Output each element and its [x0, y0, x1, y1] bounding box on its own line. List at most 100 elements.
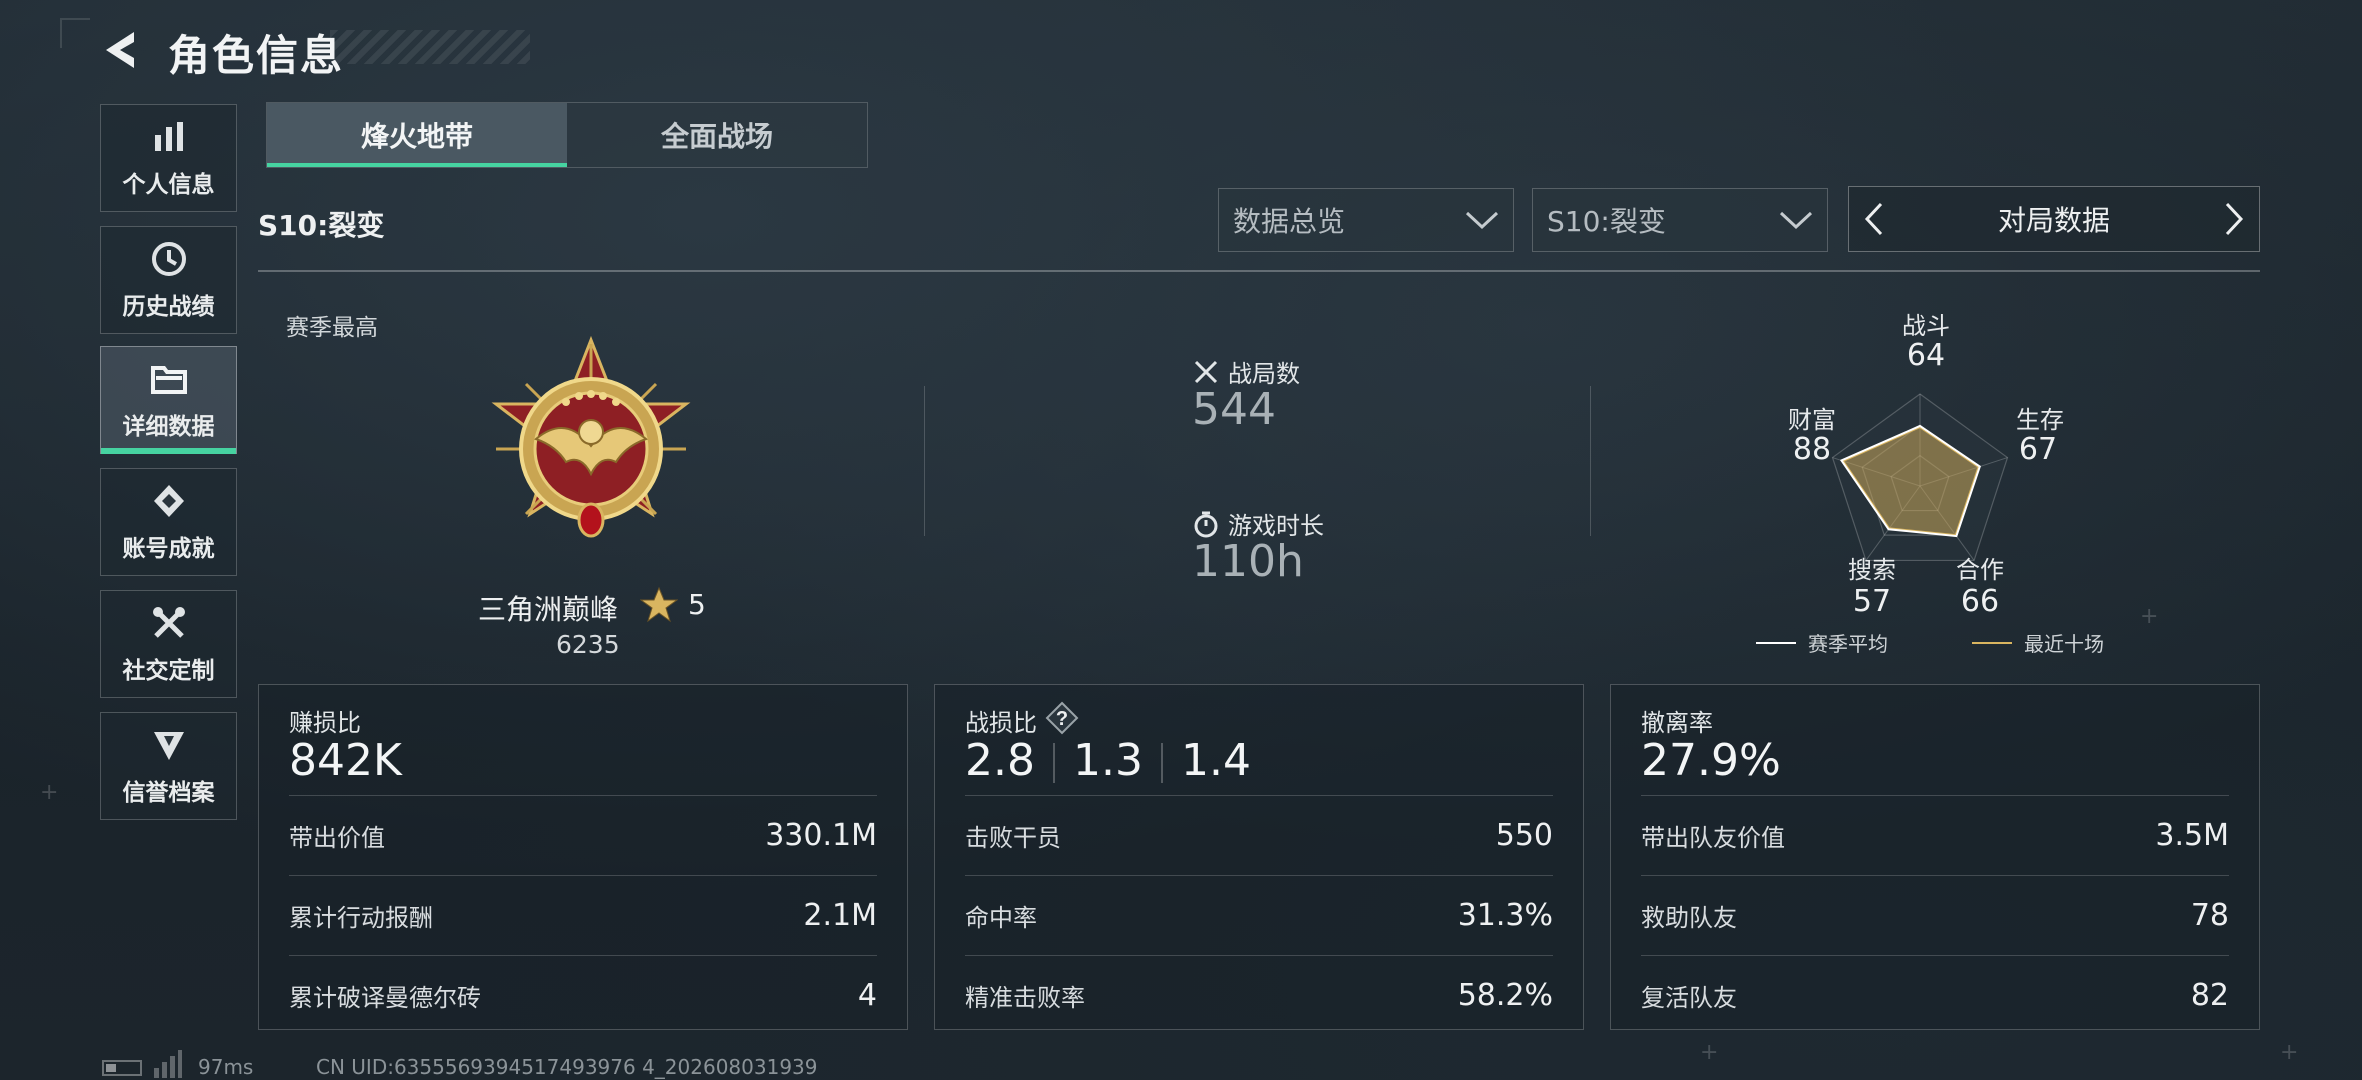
radar-value: 66 — [1960, 584, 2000, 619]
season-dropdown[interactable]: S10:裂变 — [1532, 188, 1828, 252]
overview-dropdown[interactable]: 数据总览 — [1218, 188, 1514, 252]
stopwatch-icon — [1194, 511, 1218, 537]
radar-value: 57 — [1852, 584, 1892, 619]
stat-value: 4 — [857, 978, 877, 1013]
uid-text: CN UID:6355569394517493976 4_20260803193… — [316, 1055, 818, 1079]
mode-tabs: 烽火地带 全面战场 — [266, 102, 868, 168]
sidebar-item-profile[interactable]: 个人信息 — [100, 104, 237, 212]
card-title: 撤离率 — [1641, 709, 1713, 737]
legend-swatch — [1756, 641, 1796, 644]
legend-swatch — [1972, 641, 2012, 644]
kd-value-2: 1.3 — [1072, 735, 1143, 786]
radar-label: 合作 — [1956, 556, 2004, 584]
kd-values: 2.8 1.3 1.4 — [965, 735, 1251, 786]
playtime-value: 110h — [1192, 536, 1304, 587]
stat-value: 31.3% — [1457, 898, 1553, 933]
data-mode-value: 对局数据 — [1997, 204, 2110, 237]
stat-value: 82 — [2190, 978, 2229, 1013]
separator — [1160, 743, 1163, 783]
sidebar-item-label: 账号成就 — [122, 536, 215, 562]
corner-decoration — [60, 18, 90, 48]
decor-plus: + — [2140, 604, 2159, 629]
stat-label: 复活队友 — [1641, 984, 1737, 1012]
folder-icon — [149, 359, 189, 399]
ping-text: 97ms — [198, 1055, 254, 1079]
overview-dropdown-value: 数据总览 — [1233, 205, 1346, 238]
star-icon — [639, 586, 679, 624]
stat-value: 550 — [1495, 818, 1553, 853]
sidebar-item-label: 个人信息 — [122, 172, 215, 198]
stat-value: 330.1M — [765, 818, 877, 853]
stat-label: 救助队友 — [1641, 904, 1737, 932]
stat-label: 带出价值 — [289, 824, 385, 852]
stat-row: 累计行动报酬 2.1M — [289, 875, 877, 955]
kd-card: 战损比 ? 2.8 1.3 1.4 击败干员 550 命中率 31.3% 精准击败率… — [934, 684, 1584, 1030]
back-button[interactable] — [100, 28, 144, 72]
legend-recent: 最近十场 — [1972, 628, 2104, 657]
stat-row: 带出价值 330.1M — [289, 795, 877, 875]
decor-plus: + — [2280, 1040, 2299, 1065]
radar-label: 财富 — [1788, 406, 1836, 434]
shield-badge-icon — [149, 725, 189, 765]
sidebar-item-achievements[interactable]: 账号成就 — [100, 468, 237, 576]
bar-chart-icon — [149, 117, 189, 157]
sidebar-item-history[interactable]: 历史战绩 — [100, 226, 237, 334]
stat-value: 2.1M — [803, 898, 877, 933]
battery-icon — [102, 1060, 142, 1076]
svg-text:?: ? — [1056, 708, 1068, 730]
tab-full-battlefield[interactable]: 全面战场 — [567, 103, 867, 167]
divider — [1590, 386, 1591, 536]
stat-row: 击败干员 550 — [965, 795, 1553, 875]
tab-hazard-zone[interactable]: 烽火地带 — [267, 103, 567, 167]
kd-value-1: 2.8 — [965, 735, 1035, 786]
back-arrow-icon — [106, 32, 134, 68]
stat-label: 击败干员 — [965, 824, 1061, 852]
radar-value: 64 — [1906, 338, 1946, 373]
rank-name: 三角洲巅峰 — [478, 593, 619, 626]
season-best-label: 赛季最高 — [286, 315, 378, 341]
radar-value: 88 — [1792, 432, 1832, 467]
radar-label: 生存 — [2016, 406, 2064, 434]
sidebar-item-label: 社交定制 — [122, 658, 215, 684]
rank-score: 6235 — [556, 630, 620, 659]
card-main-value: 842K — [289, 735, 402, 786]
card-main-value: 27.9% — [1641, 735, 1781, 786]
chevron-right-icon[interactable] — [2223, 201, 2245, 237]
stat-row: 带出队友价值 3.5M — [1641, 795, 2229, 875]
help-icon[interactable]: ? — [1045, 701, 1079, 735]
sidebar-item-label: 详细数据 — [122, 414, 215, 440]
decor-plus: + — [40, 780, 59, 805]
page-title: 角色信息 — [168, 31, 345, 80]
radar-value: 67 — [2018, 432, 2058, 467]
achievement-icon — [149, 481, 189, 521]
sidebar-item-social[interactable]: 社交定制 — [100, 590, 237, 698]
extraction-card: 撤离率 27.9% 带出队友价值 3.5M 救助队友 78 复活队友 82 — [1610, 684, 2260, 1030]
stat-label: 命中率 — [965, 904, 1037, 932]
chevron-left-icon[interactable] — [1863, 201, 1885, 237]
stat-row: 累计破译曼德尔砖 4 — [289, 955, 877, 1035]
stat-label: 累计行动报酬 — [289, 904, 433, 932]
legend-label: 赛季平均 — [1808, 632, 1888, 656]
history-icon — [149, 239, 189, 279]
stat-row: 命中率 31.3% — [965, 875, 1553, 955]
legend-label: 最近十场 — [2024, 632, 2104, 656]
matches-value: 544 — [1192, 384, 1276, 435]
divider — [924, 386, 925, 536]
chevron-down-icon — [1465, 211, 1499, 230]
kd-value-3: 1.4 — [1180, 735, 1251, 786]
crossed-swords-icon — [1194, 360, 1218, 383]
sidebar-item-label: 信誉档案 — [122, 780, 215, 806]
decor-plus: + — [1700, 1040, 1719, 1065]
stat-value: 58.2% — [1457, 978, 1553, 1013]
chevron-down-icon — [1779, 211, 1813, 230]
sidebar-item-credit[interactable]: 信誉档案 — [100, 712, 237, 820]
active-indicator — [101, 448, 236, 454]
profit-card: 赚损比 842K 带出价值 330.1M 累计行动报酬 2.1M 累计破译曼德尔… — [258, 684, 908, 1030]
separator — [1052, 743, 1055, 783]
rank-star-count: 5 — [688, 588, 706, 621]
sidebar-item-label: 历史战绩 — [122, 294, 215, 320]
stat-row: 救助队友 78 — [1641, 875, 2229, 955]
season-dropdown-value: S10:裂变 — [1547, 205, 1666, 238]
stat-row: 精准击败率 58.2% — [965, 955, 1553, 1035]
sidebar-item-details[interactable]: 详细数据 — [100, 346, 237, 454]
